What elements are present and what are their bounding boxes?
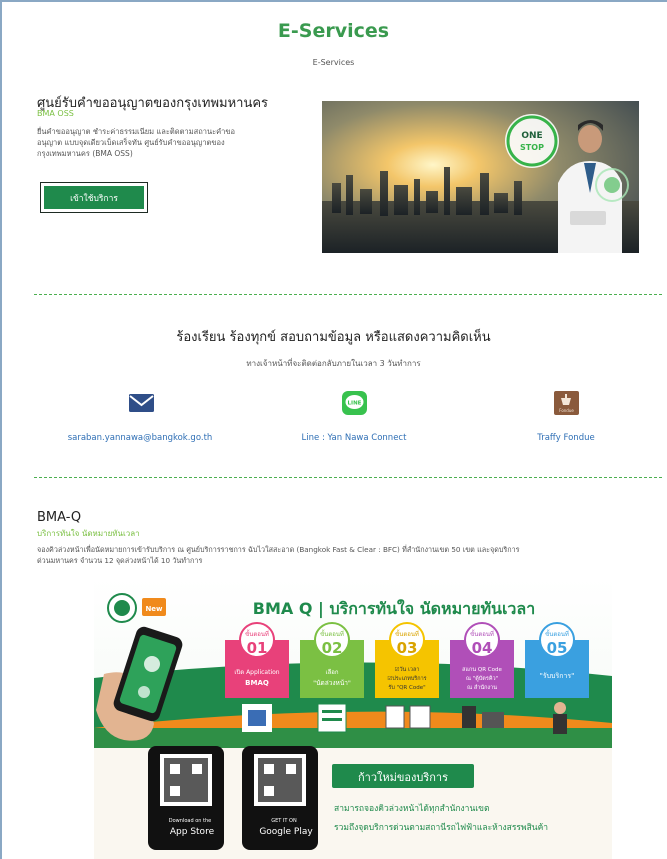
- svg-text:01: 01: [247, 639, 268, 657]
- svg-text:สามารถจองคิวล่วงหน้าได้ทุกสำนั: สามารถจองคิวล่วงหน้าได้ทุกสำนักงานเขต: [334, 803, 490, 814]
- banner-heading: BMA Q | บริการทันใจ นัดหมายทันเวลา: [253, 599, 535, 619]
- svg-text:04: 04: [472, 639, 493, 657]
- svg-text:Download on the: Download on the: [169, 818, 211, 824]
- svg-text:"รับบริการ": "รับบริการ": [540, 672, 575, 680]
- svg-text:05: 05: [547, 639, 568, 657]
- section-divider: [34, 477, 662, 478]
- oss-subtitle: BMA OSS: [37, 109, 74, 118]
- bmaq-banner: New BMA Q | บริการทันใจ นัดหมายทันเวลา ข…: [94, 578, 612, 859]
- svg-text:02: 02: [322, 639, 343, 657]
- section-divider: [34, 294, 662, 295]
- svg-text:เลือก: เลือก: [326, 668, 339, 676]
- contact-line-link[interactable]: Line : Yan Nawa Connect: [254, 433, 454, 443]
- oss-description: ยื่นคำขออนุญาต ชำระค่าธรรมเนียม และติดตา…: [37, 127, 236, 158]
- contact-subtitle: ทางเจ้าหน้าที่จะติดต่อกลับภายในเวลา 3 วั…: [246, 359, 421, 368]
- new-service-title: ก้าวใหม่ของบริการ: [358, 771, 448, 784]
- bmaq-title: BMA-Q: [37, 510, 82, 525]
- enter-service-button[interactable]: เข้าใช้บริการ: [40, 182, 148, 213]
- svg-text:03: 03: [397, 639, 418, 657]
- mail-icon[interactable]: [128, 391, 155, 419]
- svg-text:GET IT ON: GET IT ON: [271, 818, 297, 824]
- app-store-badge: App Store: [170, 827, 215, 837]
- svg-text:"นัดล่วงหน้า": "นัดล่วงหน้า": [313, 679, 351, 687]
- contact-title: ร้องเรียน ร้องทุกข์ สอบถามข้อมูล หรือแสด…: [176, 330, 491, 345]
- svg-text:ณ "ตู้บัตรคิว": ณ "ตู้บัตรคิว": [466, 675, 498, 682]
- svg-text:ONE: ONE: [521, 131, 542, 141]
- traffy-fondue-icon[interactable]: Fondue: [553, 390, 580, 420]
- svg-text:รวมถึงจุดบริการด่วนตามสถานีรถไ: รวมถึงจุดบริการด่วนตามสถานีรถไฟฟ้าและห้า…: [334, 822, 548, 833]
- svg-text:BMAQ: BMAQ: [245, 679, 269, 687]
- oss-hero-image: ONE STOP: [322, 101, 639, 253]
- page-title: E-Services: [277, 20, 390, 42]
- contact-email-link[interactable]: saraban.yannawa@bangkok.go.th: [40, 433, 240, 443]
- enter-service-button-label: เข้าใช้บริการ: [44, 186, 144, 209]
- svg-text:☑ประเภทบริการ: ☑ประเภทบริการ: [387, 675, 426, 682]
- breadcrumb[interactable]: E-Services: [0, 58, 667, 67]
- svg-text:☑วัน เวลา: ☑วัน เวลา: [395, 666, 420, 673]
- svg-text:LINE: LINE: [348, 401, 362, 407]
- line-icon[interactable]: LINE: [341, 390, 368, 420]
- svg-text:STOP: STOP: [520, 143, 544, 152]
- brand-badge: New: [145, 605, 163, 613]
- bmaq-description: จองคิวล่วงหน้าเพื่อนัดหมายการเข้ารับบริก…: [37, 545, 520, 565]
- svg-text:สแกน QR Code: สแกน QR Code: [462, 666, 502, 673]
- svg-text:รับ "QR Code": รับ "QR Code": [388, 684, 425, 691]
- svg-text:เปิด Application: เปิด Application: [234, 669, 279, 676]
- svg-text:Fondue: Fondue: [559, 408, 574, 413]
- google-play-badge: Google Play: [259, 827, 313, 837]
- svg-text:ณ สำนักงาน: ณ สำนักงาน: [467, 684, 497, 691]
- contact-traffy-link[interactable]: Traffy Fondue: [466, 433, 666, 443]
- bmaq-subtitle: บริการทันใจ นัดหมายทันเวลา: [37, 529, 140, 538]
